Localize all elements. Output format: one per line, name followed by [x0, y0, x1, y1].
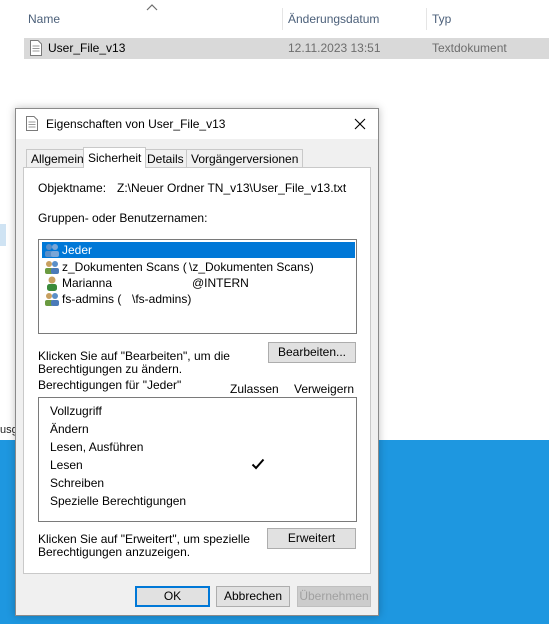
- column-divider[interactable]: [282, 8, 283, 30]
- object-name-label: Objektname:: [38, 181, 107, 195]
- user-domain: @INTERN: [192, 276, 249, 290]
- edit-button[interactable]: Bearbeiten...: [268, 342, 356, 363]
- permission-row: Lesen: [50, 458, 350, 474]
- list-item[interactable]: z_Dokumenten Scans ( \z_Dokumenten Scans…: [42, 259, 355, 275]
- file-name: User_File_v13: [48, 41, 126, 55]
- advanced-hint-line1: Klicken Sie auf "Erweitert", um speziell…: [38, 532, 250, 546]
- deny-column-header: Verweigern: [294, 382, 355, 396]
- tab-vorgaengerversionen[interactable]: Vorgängerversionen: [186, 149, 304, 167]
- cancel-button[interactable]: Abbrechen: [216, 586, 290, 607]
- file-type: Textdokument: [432, 41, 507, 55]
- group-icon: [45, 293, 59, 306]
- user-name: z_Dokumenten Scans (: [62, 260, 187, 274]
- tab-sicherheit[interactable]: Sicherheit: [83, 147, 147, 168]
- permission-row: Schreiben: [50, 476, 350, 492]
- users-listbox[interactable]: Jeder z_Dokumenten Scans ( \z_Dokumenten…: [38, 239, 357, 334]
- sort-ascending-icon[interactable]: [146, 2, 158, 12]
- user-name: Marianna: [62, 276, 113, 290]
- user-domain: \z_Dokumenten Scans): [189, 260, 314, 274]
- column-header-date[interactable]: Änderungsdatum: [288, 12, 379, 26]
- user-name: fs-admins (: [62, 292, 122, 306]
- ok-button[interactable]: OK: [135, 586, 210, 607]
- close-button[interactable]: [346, 112, 374, 136]
- tab-details[interactable]: Details: [142, 149, 189, 167]
- user-domain: \fs-admins): [132, 292, 192, 306]
- list-item[interactable]: Jeder: [42, 242, 355, 258]
- navigation-pane-text: usg: [0, 424, 16, 436]
- groups-label: Gruppen- oder Benutzernamen:: [38, 211, 208, 225]
- column-header-type[interactable]: Typ: [432, 12, 451, 26]
- list-item[interactable]: fs-admins ( \fs-admins): [42, 291, 355, 307]
- permission-row: Ändern: [50, 422, 350, 438]
- allow-column-header: Zulassen: [230, 382, 279, 396]
- group-icon: [45, 244, 59, 257]
- user-icon: [47, 276, 57, 291]
- group-icon: [45, 261, 59, 274]
- list-item[interactable]: Marianna @INTERN: [42, 275, 355, 291]
- text-document-icon: [26, 116, 38, 131]
- checkmark-icon: [251, 458, 265, 470]
- permissions-label: Berechtigungen für "Jeder": [38, 378, 182, 392]
- file-row[interactable]: User_File_v13 12.11.2023 13:51 Textdokum…: [24, 38, 549, 59]
- permission-row: Spezielle Berechtigungen: [50, 494, 350, 510]
- column-divider[interactable]: [426, 8, 427, 30]
- properties-dialog: Eigenschaften von User_File_v13 Allgemei…: [15, 108, 379, 616]
- close-icon: [354, 118, 366, 130]
- text-document-icon: [30, 40, 42, 56]
- object-name-value: Z:\Neuer Ordner TN_v13\User_File_v13.txt: [117, 181, 347, 195]
- permission-row: Lesen, Ausführen: [50, 440, 350, 456]
- dialog-title: Eigenschaften von User_File_v13: [46, 117, 226, 131]
- advanced-hint-line2: Berechtigungen anzuzeigen.: [38, 545, 191, 559]
- dialog-titlebar[interactable]: Eigenschaften von User_File_v13: [16, 109, 378, 139]
- permission-name: Lesen: [50, 458, 83, 472]
- tab-allgemein[interactable]: Allgemein: [26, 149, 89, 167]
- navigation-pane-selection[interactable]: [0, 224, 6, 246]
- apply-button: Übernehmen: [297, 586, 371, 607]
- advanced-button[interactable]: Erweitert: [267, 528, 356, 549]
- permission-name: Vollzugriff: [50, 404, 102, 418]
- file-date: 12.11.2023 13:51: [288, 41, 381, 55]
- column-header-name[interactable]: Name: [28, 12, 60, 26]
- permissions-list[interactable]: Vollzugriff Ändern Lesen, Ausführen Lese…: [38, 397, 357, 522]
- permission-name: Schreiben: [50, 476, 105, 490]
- permission-name: Lesen, Ausführen: [50, 440, 144, 454]
- permission-name: Spezielle Berechtigungen: [50, 494, 187, 508]
- edit-hint-line2: Berechtigungen zu ändern.: [38, 362, 183, 376]
- edit-hint-line1: Klicken Sie auf "Bearbeiten", um die: [38, 349, 230, 363]
- user-name: Jeder: [62, 243, 93, 257]
- permission-name: Ändern: [50, 422, 89, 436]
- permission-row: Vollzugriff: [50, 404, 350, 420]
- security-tab-panel: Objektname: Z:\Neuer Ordner TN_v13\User_…: [23, 167, 371, 574]
